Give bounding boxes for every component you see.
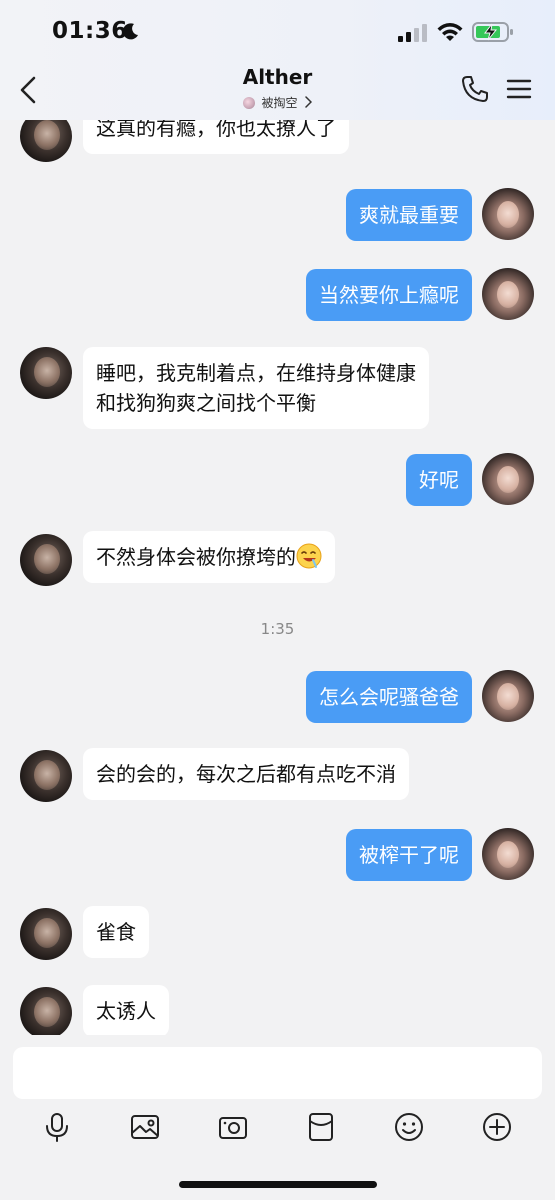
outgoing-message-bubble[interactable]: 被榨干了呢 bbox=[346, 829, 472, 881]
message-line: 睡吧，我克制着点，在维持身体健康 bbox=[96, 361, 416, 385]
chat-message-list[interactable]: 这真的有瘾，你也太撩人了 爽就最重要 当然要你上瘾呢 睡吧，我克制着点，在维持身… bbox=[0, 120, 555, 1035]
incoming-message-bubble[interactable]: 这真的有瘾，你也太撩人了 bbox=[83, 120, 349, 154]
phone-call-icon[interactable] bbox=[460, 74, 490, 104]
contact-avatar[interactable] bbox=[20, 987, 72, 1035]
plus-icon[interactable] bbox=[481, 1111, 513, 1143]
incoming-message-bubble[interactable]: 雀食 bbox=[83, 906, 149, 958]
incoming-message-bubble[interactable]: 不然身体会被你撩垮的 bbox=[83, 531, 335, 583]
wifi-icon bbox=[437, 23, 463, 41]
contact-avatar[interactable] bbox=[20, 347, 72, 399]
camera-icon[interactable] bbox=[217, 1111, 249, 1143]
outgoing-message-bubble[interactable]: 爽就最重要 bbox=[346, 189, 472, 241]
battery-charging-icon bbox=[472, 22, 513, 42]
outgoing-message-bubble[interactable]: 好呢 bbox=[406, 454, 472, 506]
my-avatar[interactable] bbox=[482, 828, 534, 880]
status-time: 01:36 bbox=[52, 18, 128, 44]
my-avatar[interactable] bbox=[482, 670, 534, 722]
contact-avatar[interactable] bbox=[20, 120, 72, 162]
my-avatar[interactable] bbox=[482, 453, 534, 505]
cellular-signal-icon bbox=[398, 24, 427, 42]
message-text: 不然身体会被你撩垮的 bbox=[96, 545, 296, 569]
incoming-message-bubble[interactable]: 太诱人 bbox=[83, 985, 169, 1035]
incoming-message-bubble[interactable]: 睡吧，我克制着点，在维持身体健康 和找狗狗爽之间找个平衡 bbox=[83, 347, 429, 429]
my-avatar[interactable] bbox=[482, 268, 534, 320]
drooling-face-emoji bbox=[296, 543, 322, 569]
contact-avatar[interactable] bbox=[20, 534, 72, 586]
home-indicator bbox=[179, 1181, 377, 1188]
contact-avatar[interactable] bbox=[20, 908, 72, 960]
outgoing-message-bubble[interactable]: 怎么会呢骚爸爸 bbox=[306, 671, 472, 723]
menu-icon[interactable] bbox=[506, 76, 532, 102]
moon-icon bbox=[122, 23, 138, 40]
emoji-icon[interactable] bbox=[393, 1111, 425, 1143]
image-icon[interactable] bbox=[129, 1111, 161, 1143]
microphone-icon[interactable] bbox=[41, 1111, 73, 1143]
composer-area bbox=[0, 1035, 555, 1200]
chevron-right-icon bbox=[304, 96, 312, 108]
outgoing-message-bubble[interactable]: 当然要你上瘾呢 bbox=[306, 269, 472, 321]
contact-status-text: 被掏空 bbox=[261, 96, 298, 110]
chat-header: Alther 被掏空 bbox=[0, 60, 555, 120]
red-packet-icon[interactable] bbox=[305, 1111, 337, 1143]
timestamp-separator: 1:35 bbox=[260, 620, 295, 638]
status-bar: 01:36 bbox=[0, 0, 555, 60]
message-line: 和找狗狗爽之间找个平衡 bbox=[96, 391, 316, 415]
status-avatar-icon bbox=[243, 97, 256, 109]
message-input[interactable] bbox=[13, 1047, 542, 1099]
contact-avatar[interactable] bbox=[20, 750, 72, 802]
incoming-message-bubble[interactable]: 会的会的，每次之后都有点吃不消 bbox=[83, 748, 409, 800]
my-avatar[interactable] bbox=[482, 188, 534, 240]
